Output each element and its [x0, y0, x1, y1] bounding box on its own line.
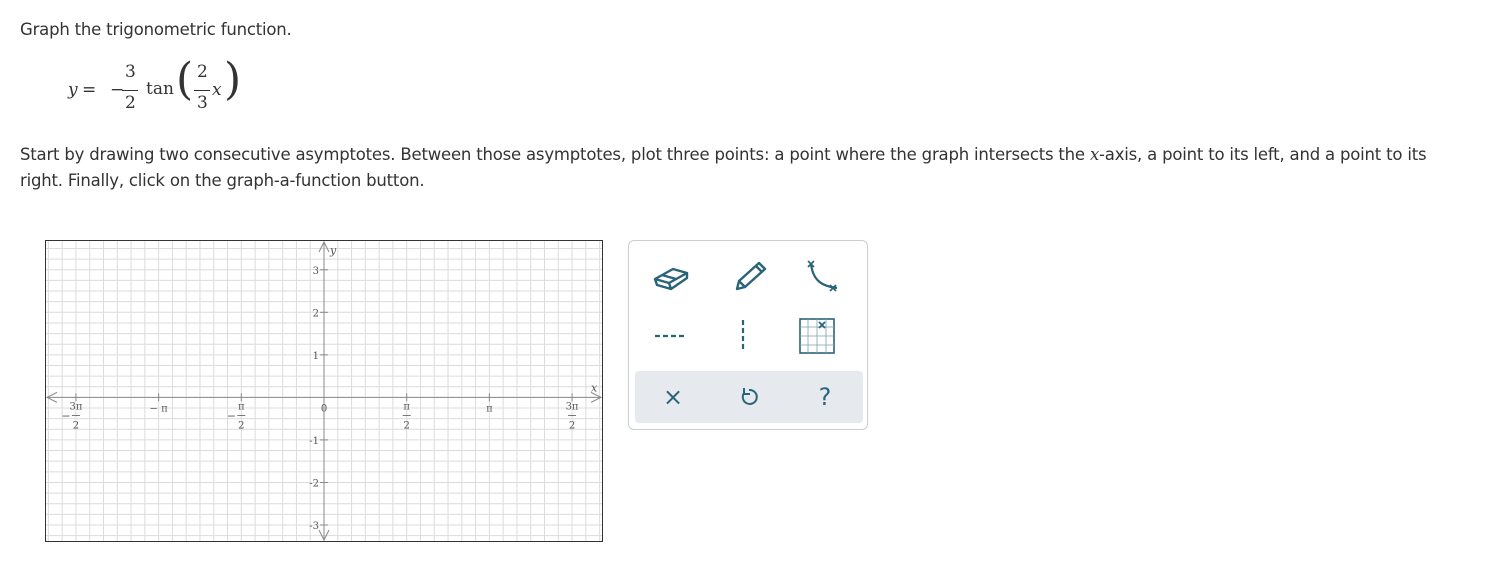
y-tick-label: -3: [309, 521, 319, 532]
coef-numerator: 3: [125, 62, 136, 82]
description-part1: Start by drawing two consecutive asympto…: [20, 145, 1090, 164]
x-tick-label-denominator: 2: [238, 420, 244, 431]
pencil-icon: [735, 261, 767, 291]
instruction-text: Graph the trigonometric function.: [20, 20, 292, 39]
arg-numerator: 2: [197, 62, 208, 82]
action-bar: × ?: [635, 371, 863, 423]
tick-labels: xy3π2−− π π2−0 π2π 3π2321-1-2-3: [61, 244, 598, 532]
graph-function-icon: [807, 260, 838, 292]
x-tick-label-numerator: π: [238, 401, 245, 412]
y-tick-label: -2: [309, 478, 319, 489]
help-icon: ?: [818, 383, 832, 411]
arg-denominator: 3: [197, 93, 208, 113]
x-tick-label-numerator: π: [403, 401, 410, 412]
coef-denominator: 2: [125, 93, 136, 113]
task-description: Start by drawing two consecutive asympto…: [20, 142, 1470, 194]
eraser-tool[interactable]: [641, 253, 701, 299]
help-button[interactable]: ?: [795, 375, 855, 419]
x-tick-label-denominator: 2: [404, 420, 410, 431]
graphing-area[interactable]: xy3π2−− π π2−0 π2π 3π2321-1-2-3: [45, 240, 603, 542]
y-tick-label: 1: [313, 351, 319, 362]
function-equation: y = − 3 2 tan ( 2 3 x ): [66, 54, 246, 122]
x-axis-label: x: [591, 381, 598, 394]
horizontal-asymptote-tool[interactable]: [641, 313, 701, 359]
right-paren: ): [224, 54, 242, 105]
clear-icon: ×: [662, 383, 684, 411]
x-tick-label: − π: [150, 403, 169, 414]
point-grid-tool[interactable]: [787, 313, 847, 359]
left-paren: (: [176, 54, 194, 105]
x-tick-label-numerator: 3π: [566, 401, 579, 412]
clear-button[interactable]: ×: [643, 375, 703, 419]
x-tick-label: 0: [321, 403, 327, 414]
y-tick-label: 2: [313, 308, 319, 319]
x-tick-label-denominator: 2: [73, 420, 79, 431]
x-tick-label-sign: −: [61, 409, 70, 422]
undo-icon: [741, 388, 758, 405]
x-tick-label-numerator: 3π: [69, 401, 82, 412]
x-tick-label-denominator: 2: [569, 420, 575, 431]
equation-y: y: [68, 80, 78, 100]
arg-fraction-bar: [194, 90, 210, 91]
point-grid-icon: [799, 318, 835, 354]
y-tick-label: -1: [309, 436, 319, 447]
coef-fraction-bar: [122, 90, 138, 91]
tan-function: tan: [146, 79, 174, 99]
vertical-asymptote-tool[interactable]: [713, 313, 773, 359]
x-tick-label-sign: −: [227, 409, 236, 422]
graph-function-tool[interactable]: [791, 253, 851, 299]
undo-button[interactable]: [719, 375, 779, 419]
y-tick-label: 3: [313, 266, 319, 277]
axes: [45, 240, 603, 542]
graph-toolbox: × ?: [628, 240, 868, 430]
pencil-tool[interactable]: [719, 253, 779, 299]
eraser-icon: [653, 267, 689, 291]
x-tick-label: π: [486, 403, 493, 414]
vertical-asymptote-icon: [741, 320, 745, 352]
y-axis-label: y: [329, 244, 337, 257]
equation-equals: =: [82, 80, 97, 100]
description-x-var: x: [1089, 145, 1100, 164]
horizontal-asymptote-icon: [655, 334, 687, 338]
arg-variable: x: [212, 80, 222, 100]
